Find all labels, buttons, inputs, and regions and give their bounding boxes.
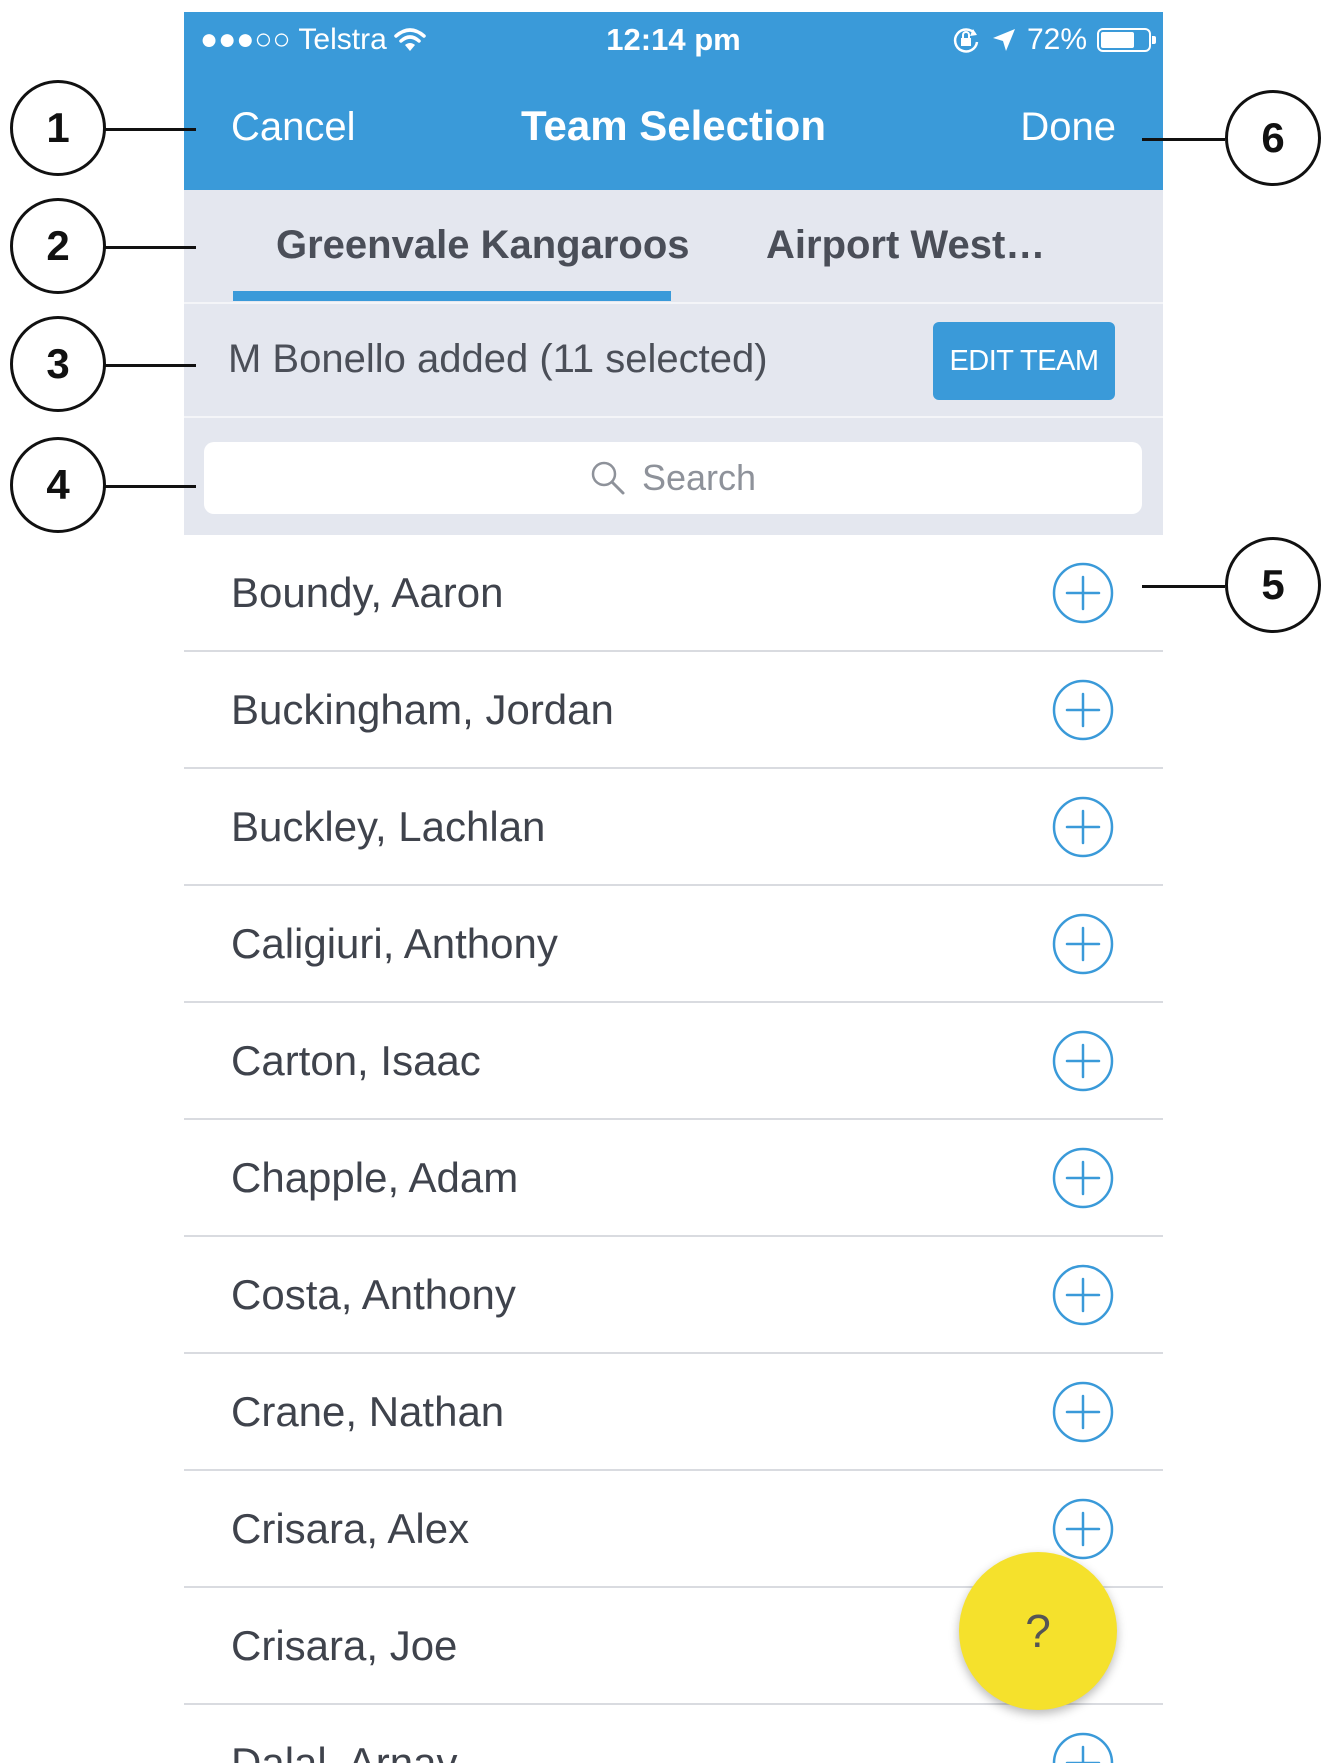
search-icon [591,461,625,495]
page-title: Team Selection [521,102,826,149]
battery-percent: 72% [1026,23,1087,56]
callout-line-1 [100,128,196,131]
edit-team-button[interactable]: EDIT TEAM [933,322,1115,400]
player-row: Buckingham, Jordan [184,652,1163,769]
callout-2: 2 [10,198,106,294]
search-bar: Search [184,418,1163,535]
selection-status-text: M Bonello added (11 selected) [228,337,768,381]
player-name: Dalal, Arnav [231,1739,458,1763]
navigation-bar: Cancel Team Selection Done [184,68,1163,190]
player-name: Crisara, Joe [231,1622,458,1669]
callout-line-2 [100,246,196,249]
search-input[interactable]: Search [204,442,1142,514]
callout-6: 6 [1225,90,1321,186]
done-button[interactable]: Done [1020,102,1116,152]
status-bar: ●●●○○ Telstra 12:14 pm 72% [184,12,1163,68]
player-row: Carton, Isaac [184,1003,1163,1120]
add-player-icon[interactable] [1052,679,1114,741]
callout-3: 3 [10,316,106,412]
callout-line-6 [1142,138,1225,141]
player-name: Crisara, Alex [231,1505,470,1552]
player-row: Buckley, Lachlan [184,769,1163,886]
callout-line-4 [100,485,196,488]
callout-line-3 [100,364,196,367]
team-tabs: Greenvale Kangaroos Airport West… [184,190,1163,304]
player-row: Chapple, Adam [184,1120,1163,1237]
status-right: 72% [951,22,1156,58]
tab-airport-west[interactable]: Airport West… [766,220,1045,270]
rotation-lock-icon [953,28,979,53]
player-row: Boundy, Aaron [184,535,1163,652]
player-row: Costa, Anthony [184,1237,1163,1354]
player-name: Carton, Isaac [231,1037,481,1084]
tab-greenvale-kangaroos[interactable]: Greenvale Kangaroos [276,220,690,270]
add-player-icon[interactable] [1052,913,1114,975]
add-player-icon[interactable] [1052,562,1114,624]
annotated-screenshot: ●●●○○ Telstra 12:14 pm 72% Cancel Team S… [0,0,1323,1763]
phone-screen: ●●●○○ Telstra 12:14 pm 72% Cancel Team S… [184,12,1163,1763]
add-player-icon[interactable] [1052,1264,1114,1326]
player-name: Chapple, Adam [231,1154,519,1201]
callout-5: 5 [1225,537,1321,633]
player-row: Dalal, Arnav [184,1705,1163,1763]
battery-icon [1097,28,1156,52]
search-placeholder: Search [641,457,757,498]
player-row: Caligiuri, Anthony [184,886,1163,1003]
help-label: ? [1025,1605,1051,1657]
add-player-icon[interactable] [1052,1732,1114,1763]
add-player-icon[interactable] [1052,1381,1114,1443]
player-name: Boundy, Aaron [231,569,504,616]
callout-1: 1 [10,80,106,176]
add-player-icon[interactable] [1052,1030,1114,1092]
help-button[interactable]: ? [959,1552,1117,1710]
location-arrow-icon [992,29,1015,51]
player-name: Costa, Anthony [231,1271,516,1318]
add-player-icon[interactable] [1052,1498,1114,1560]
player-name: Buckingham, Jordan [231,686,614,733]
callout-line-5 [1142,585,1225,588]
player-name: Buckley, Lachlan [231,803,546,850]
player-name: Caligiuri, Anthony [231,920,558,967]
selection-info-bar: M Bonello added (11 selected) EDIT TEAM [184,304,1163,418]
add-player-icon[interactable] [1052,796,1114,858]
player-name: Crane, Nathan [231,1388,505,1435]
active-tab-indicator [233,291,671,301]
callout-4: 4 [10,437,106,533]
player-row: Crane, Nathan [184,1354,1163,1471]
add-player-icon[interactable] [1052,1147,1114,1209]
